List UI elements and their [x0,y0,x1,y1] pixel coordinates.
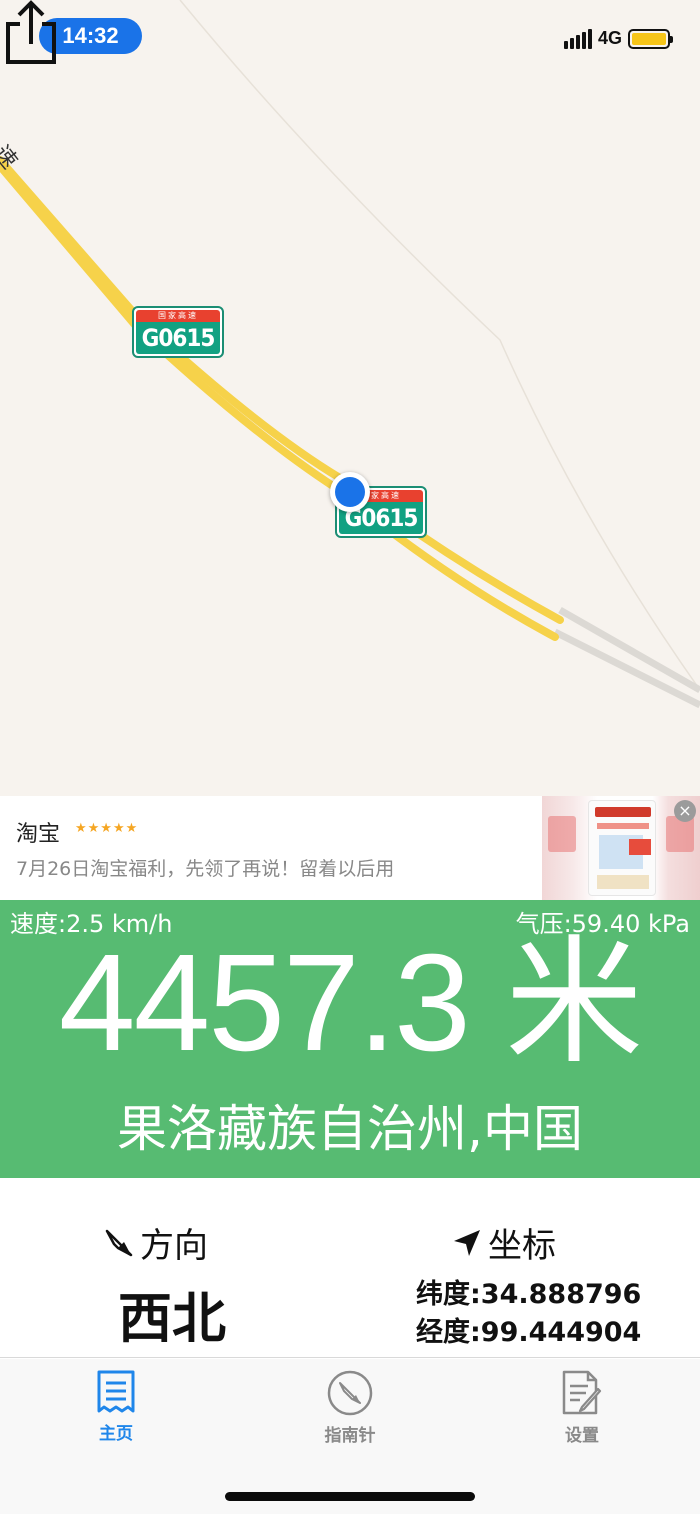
tab-bar: 主页 指南针 设置 [0,1359,700,1514]
ad-rating-stars: ★★★★★ [75,821,139,836]
direction-label: 方向 [140,1226,208,1266]
document-edit-icon [562,1370,602,1415]
shield-code: G0615 [136,322,220,354]
altitude-panel: 速度:2.5 km/h 气压:59.40 kPa 4457.3 米 果洛藏族自治… [0,900,700,1178]
coordinates-label: 坐标 [488,1226,556,1266]
map-view[interactable]: 速 国家高速 G0615 国家高速 G0615 14:32 4G [0,0,700,796]
tab-label: 指南针 [324,1426,376,1446]
current-location-dot [330,472,370,512]
longitude-value: 经度:99.444904 [416,1317,642,1348]
direction-value: 西北 [118,1287,226,1350]
location-arrow-icon [454,1229,480,1256]
info-section: 方向 西北 坐标 纬度:34.888796 经度:99.444904 [0,1178,700,1358]
latitude-value: 纬度:34.888796 [416,1279,642,1310]
signal-icon [563,28,592,49]
home-indicator[interactable] [225,1492,475,1501]
coordinates-header: 坐标 [452,1218,556,1267]
ad-banner[interactable]: 淘宝 ★★★★★ 7月26日淘宝福利，先领了再说！留着以后用 × [0,796,700,900]
location-name: 果洛藏族自治州,中国 [117,1100,583,1158]
network-type: 4G [597,28,622,48]
tab-settings[interactable]: 设置 [522,1369,642,1446]
share-icon[interactable] [0,0,62,66]
receipt-icon [97,1370,135,1413]
ad-description: 7月26日淘宝福利，先领了再说！留着以后用 [16,858,395,880]
ad-close-button[interactable]: × [674,800,696,822]
tab-compass[interactable]: 指南针 [290,1369,410,1446]
compass-needle-icon [105,1229,133,1256]
direction-header: 方向 [104,1218,208,1267]
shield-top-text: 国家高速 [136,310,220,322]
battery-icon [628,28,673,49]
map-roads [0,0,700,709]
altitude-value: 4457.3 米 [58,926,643,1080]
ad-title: 淘宝 [16,822,61,847]
tab-label: 设置 [565,1426,599,1446]
highway-shield: 国家高速 G0615 [132,306,224,358]
tab-home[interactable]: 主页 [56,1369,176,1444]
status-indicators: 4G [563,28,673,49]
ad-image[interactable]: × [542,796,700,900]
compass-icon [327,1370,373,1416]
tab-label: 主页 [99,1424,133,1444]
